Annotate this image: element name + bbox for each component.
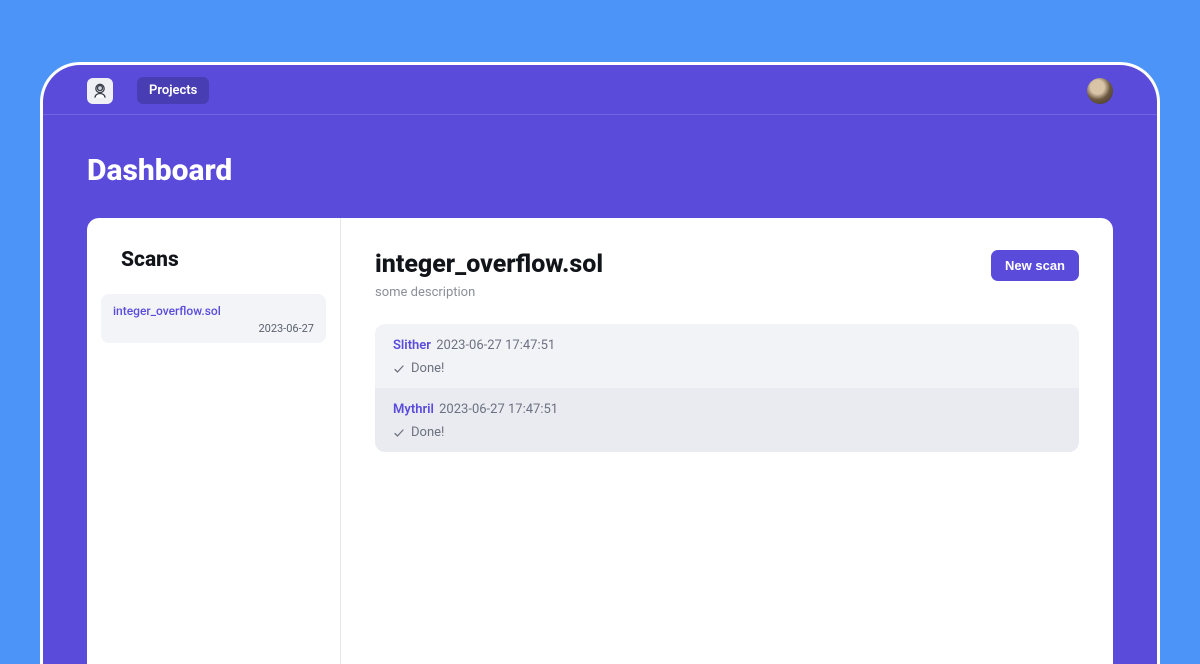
- result-tool-name: Mythril: [393, 402, 434, 417]
- result-status-text: Done!: [411, 361, 444, 376]
- avatar[interactable]: [1087, 78, 1113, 104]
- result-row[interactable]: Slither 2023-06-27 17:47:51 Done!: [375, 324, 1079, 388]
- result-status: Done!: [393, 361, 1061, 376]
- main-header: integer_overflow.sol some description Ne…: [375, 250, 1079, 300]
- scan-title: integer_overflow.sol: [375, 250, 603, 279]
- result-head: Mythril 2023-06-27 17:47:51: [393, 402, 1061, 417]
- topbar: Projects: [43, 65, 1157, 115]
- scan-description: some description: [375, 285, 603, 300]
- main-panel: integer_overflow.sol some description Ne…: [341, 218, 1113, 664]
- new-scan-button[interactable]: New scan: [991, 250, 1079, 281]
- topbar-left: Projects: [87, 77, 209, 104]
- main-title-block: integer_overflow.sol some description: [375, 250, 603, 300]
- scan-list-item[interactable]: integer_overflow.sol 2023-06-27: [101, 294, 326, 343]
- result-head: Slither 2023-06-27 17:47:51: [393, 338, 1061, 353]
- scan-item-title: integer_overflow.sol: [113, 304, 314, 318]
- result-list: Slither 2023-06-27 17:47:51 Done! Mythri…: [375, 324, 1079, 452]
- result-status: Done!: [393, 425, 1061, 440]
- nav-projects[interactable]: Projects: [137, 77, 209, 104]
- scan-item-date: 2023-06-27: [113, 322, 314, 335]
- logo-icon[interactable]: [87, 78, 113, 104]
- result-timestamp: 2023-06-27 17:47:51: [439, 402, 558, 417]
- app-window: Projects Dashboard Scans integer_overflo…: [40, 62, 1160, 664]
- result-tool-name: Slither: [393, 338, 431, 353]
- content-card: Scans integer_overflow.sol 2023-06-27 in…: [87, 218, 1113, 664]
- check-icon: [393, 363, 405, 375]
- result-row[interactable]: Mythril 2023-06-27 17:47:51 Done!: [375, 388, 1079, 452]
- check-icon: [393, 427, 405, 439]
- page-title: Dashboard: [43, 115, 1157, 218]
- sidebar-heading: Scans: [121, 248, 326, 272]
- sidebar: Scans integer_overflow.sol 2023-06-27: [87, 218, 341, 664]
- result-timestamp: 2023-06-27 17:47:51: [436, 338, 555, 353]
- result-status-text: Done!: [411, 425, 444, 440]
